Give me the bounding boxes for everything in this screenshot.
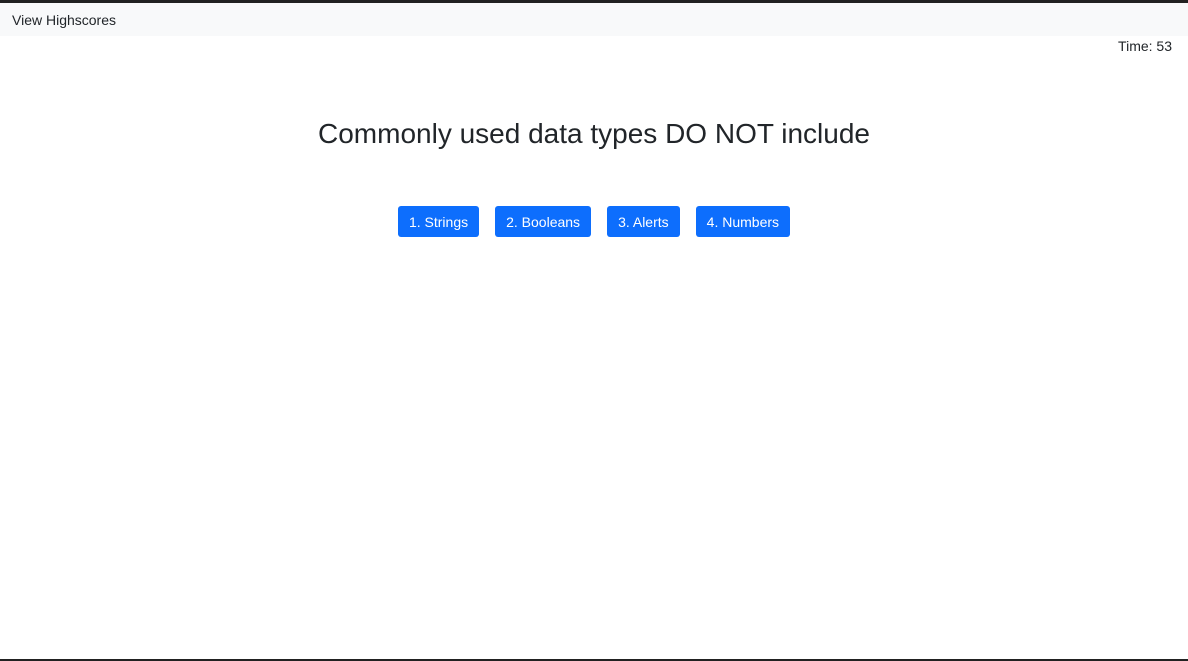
navbar: View Highscores <box>0 3 1188 36</box>
answer-button-4[interactable]: 4. Numbers <box>695 206 791 237</box>
answer-button-2[interactable]: 2. Booleans <box>495 206 592 237</box>
timer: Time: 53 <box>1118 38 1172 54</box>
timer-value: 53 <box>1156 38 1172 54</box>
question-title: Commonly used data types DO NOT include <box>318 118 870 149</box>
answer-button-3[interactable]: 3. Alerts <box>607 206 680 237</box>
answer-list: 1. Strings 2. Booleans 3. Alerts 4. Numb… <box>0 206 1188 237</box>
timer-label: Time: <box>1118 38 1153 54</box>
answer-button-1[interactable]: 1. Strings <box>397 206 480 237</box>
view-highscores-link[interactable]: View Highscores <box>12 12 116 28</box>
timer-row: Time: 53 <box>0 36 1188 56</box>
